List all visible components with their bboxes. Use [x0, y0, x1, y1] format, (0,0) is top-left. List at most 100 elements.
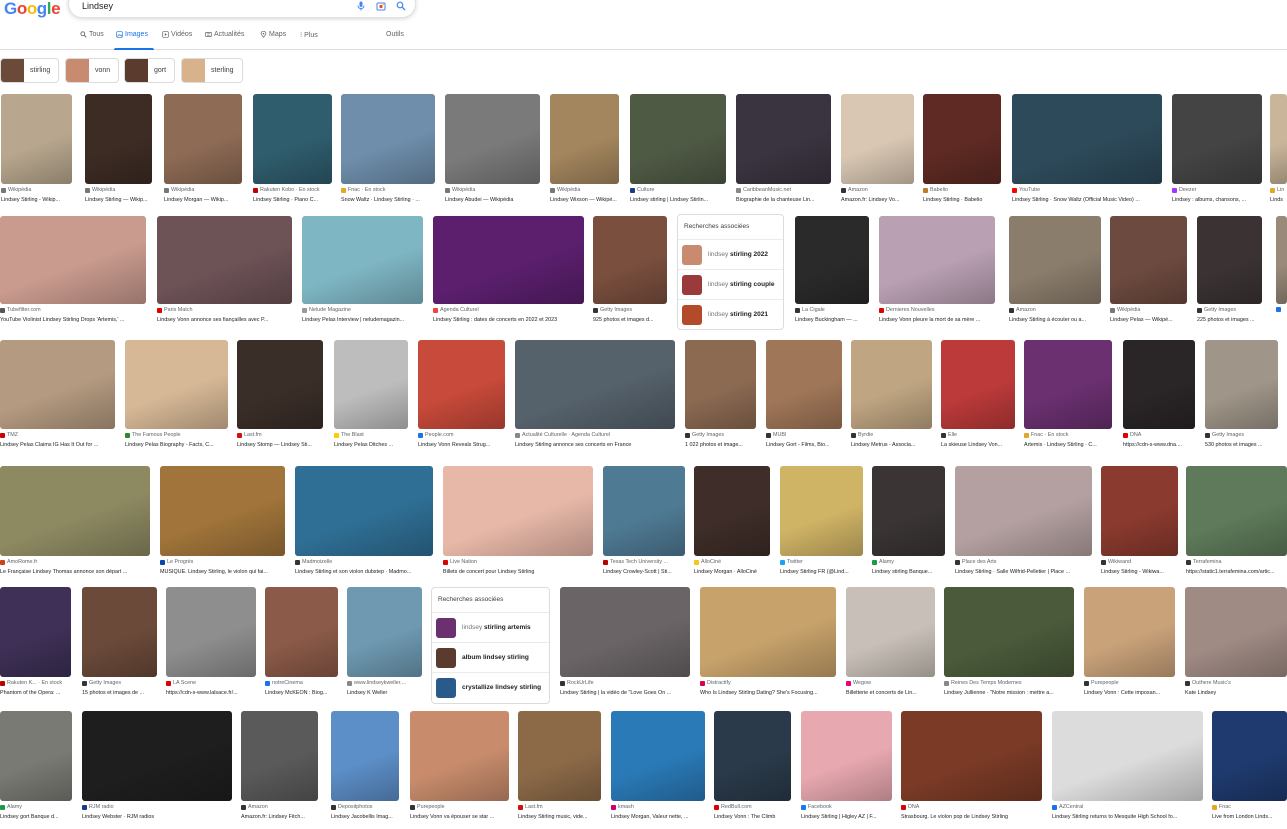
result-source[interactable]: Last.fm: [237, 432, 323, 438]
result-source[interactable]: Wikipédia: [1, 187, 72, 193]
result-source[interactable]: Getty Images: [685, 432, 756, 438]
image-result[interactable]: Wikipédia Lindsey Stirling - Wikip...: [1, 94, 72, 214]
image-result[interactable]: Babelio Lindsey Stirling · Babelio: [923, 94, 1001, 214]
result-thumbnail[interactable]: [1110, 216, 1187, 304]
result-source[interactable]: Lin: [1270, 187, 1287, 193]
result-source[interactable]: kmash: [611, 804, 705, 810]
result-thumbnail[interactable]: [82, 711, 232, 801]
image-result[interactable]: Fnac · En stock Snow Waltz · Lindsey Stir…: [341, 94, 435, 214]
result-source[interactable]: Twitter: [780, 559, 863, 565]
result-source[interactable]: RJM radio: [82, 804, 232, 810]
result-source[interactable]: Alamy: [0, 804, 72, 810]
image-result[interactable]: RockUrLife Lindsey Stirling | la vidéo de…: [560, 587, 690, 707]
result-thumbnail[interactable]: [1185, 587, 1287, 677]
result-thumbnail[interactable]: [331, 711, 399, 801]
result-source[interactable]: Purepeople: [1084, 680, 1175, 686]
result-thumbnail[interactable]: [694, 466, 770, 556]
result-thumbnail[interactable]: [1, 94, 72, 184]
image-result[interactable]: Getty Images 530 photos et images ...: [1205, 340, 1278, 459]
result-source[interactable]: La Cigale: [795, 307, 869, 313]
result-thumbnail[interactable]: [1123, 340, 1195, 429]
result-source[interactable]: Getty Images: [82, 680, 157, 686]
image-result[interactable]: Lin Linds: [1270, 94, 1287, 214]
result-thumbnail[interactable]: [872, 466, 945, 556]
result-title[interactable]: Lindsey stirling | Lindsey Stirlin...: [630, 197, 726, 203]
image-result[interactable]: People.com Lindsey Vonn Reveals Strug...: [418, 340, 505, 459]
result-thumbnail[interactable]: [766, 340, 842, 429]
result-title[interactable]: Lindsey Wixson — Wikipé...: [550, 197, 619, 203]
result-title[interactable]: Lindsey Morgan, Valeur nette, ...: [611, 814, 705, 820]
result-thumbnail[interactable]: [1186, 466, 1287, 556]
result-thumbnail[interactable]: [1197, 216, 1262, 304]
result-thumbnail[interactable]: [445, 94, 540, 184]
image-result[interactable]: Elle La skieuse Lindsey Von...: [941, 340, 1015, 459]
result-title[interactable]: 530 photos et images ...: [1205, 442, 1278, 448]
result-source[interactable]: MUBI: [766, 432, 842, 438]
result-title[interactable]: Billets de concert pour Lindsey Stirling: [443, 569, 593, 575]
result-source[interactable]: Getty Images: [1205, 432, 1278, 438]
result-thumbnail[interactable]: [1084, 587, 1175, 677]
image-result[interactable]: Purepeople Lindsey Vonn va épouser se sta…: [410, 711, 509, 829]
result-thumbnail[interactable]: [334, 340, 408, 429]
tab-images[interactable]: Images: [116, 31, 148, 38]
result-title[interactable]: Who Is Lindsey Stirling Dating? She's Fo…: [700, 690, 836, 696]
result-thumbnail[interactable]: [1009, 216, 1101, 304]
image-result[interactable]: Byrdie Lindsey Metrus - Associa...: [851, 340, 932, 459]
result-thumbnail[interactable]: [955, 466, 1092, 556]
result-thumbnail[interactable]: [0, 340, 115, 429]
result-title[interactable]: Snow Waltz · Lindsey Stirling · ...: [341, 197, 435, 203]
result-title[interactable]: Strasbourg. Le violon pop de Lindsey Sti…: [901, 814, 1042, 820]
result-source[interactable]: Rakuten Kobo · En stock: [253, 187, 332, 193]
result-thumbnail[interactable]: [160, 466, 285, 556]
result-source[interactable]: Alamy: [872, 559, 945, 565]
result-source[interactable]: Paris Match: [157, 307, 292, 313]
result-source[interactable]: Last.fm: [518, 804, 601, 810]
result-title[interactable]: Lindsey gort Banque d...: [0, 814, 72, 820]
result-thumbnail[interactable]: [443, 466, 593, 556]
related-search-item[interactable]: lindsey stirling couple: [678, 269, 783, 299]
image-result[interactable]: LA Scene https://cdn-s-www.lalsace.fr/...: [166, 587, 256, 707]
result-thumbnail[interactable]: [0, 466, 150, 556]
result-title[interactable]: Lindsey Stirling · Babelio: [923, 197, 1001, 203]
result-source[interactable]: RedBull.com: [714, 804, 791, 810]
image-result[interactable]: Place des Arts Lindsey Stirling · Salle W…: [955, 466, 1092, 586]
image-result[interactable]: RedBull.com Lindsey Vonn : The Climb: [714, 711, 791, 829]
image-result[interactable]: kmash Lindsey Morgan, Valeur nette, ...: [611, 711, 705, 829]
search-box[interactable]: Lindsey: [68, 0, 416, 18]
image-result[interactable]: Madmoizelle Lindsey Stirling et son violo…: [295, 466, 433, 586]
related-search-item[interactable]: lindsey stirling 2022: [678, 239, 783, 269]
result-title[interactable]: Billetterie et concerts de Lin...: [846, 690, 935, 696]
result-title[interactable]: Lindsey Stirling à écouter ou a...: [1009, 317, 1101, 323]
result-title[interactable]: Lindsey McKEON : Biog...: [265, 690, 338, 696]
image-result[interactable]: Wikipédia Lindsey Wixson — Wikipé...: [550, 94, 619, 214]
search-icon[interactable]: [396, 1, 406, 11]
result-source[interactable]: The Famous People: [125, 432, 228, 438]
result-source[interactable]: Terrafemina: [1186, 559, 1287, 565]
result-title[interactable]: Lindsey Vonn : Cette imposan...: [1084, 690, 1175, 696]
result-source[interactable]: Getty Images: [593, 307, 667, 313]
result-thumbnail[interactable]: [879, 216, 995, 304]
result-source[interactable]: Distractify: [700, 680, 836, 686]
image-result[interactable]: Le Progrès MUSIQUE. Lindsey Stirling, le …: [160, 466, 285, 586]
result-title[interactable]: 925 photos et images d...: [593, 317, 667, 323]
result-thumbnail[interactable]: [85, 94, 152, 184]
result-source[interactable]: Actualité Culturelle · Agenda Culturel: [515, 432, 675, 438]
result-title[interactable]: Amazon.fr: Lindsey Fitch...: [241, 814, 318, 820]
result-thumbnail[interactable]: [1205, 340, 1278, 429]
result-thumbnail[interactable]: [164, 94, 242, 184]
result-title[interactable]: Lindsey Vonn pleure la mort de sa mère .…: [879, 317, 995, 323]
result-thumbnail[interactable]: [515, 340, 675, 429]
result-source[interactable]: Reines Des Temps Modernes: [944, 680, 1074, 686]
result-thumbnail[interactable]: [433, 216, 584, 304]
image-result[interactable]: Wikipédia Lindsey Pelas — Wikipé...: [1110, 216, 1187, 334]
result-title[interactable]: Phantom of the Opera: ...: [0, 690, 71, 696]
result-source[interactable]: TMZ: [0, 432, 115, 438]
result-title[interactable]: Lindsey Stirling · Snow Waltz (Official …: [1012, 197, 1162, 203]
image-result[interactable]: Alamy Lindsey stirling Banque...: [872, 466, 945, 586]
result-title[interactable]: Lindsey Vonn Reveals Strug...: [418, 442, 505, 448]
related-search-item[interactable]: crystallize lindsey stirling: [432, 672, 549, 702]
result-source[interactable]: notreCinema: [265, 680, 338, 686]
result-thumbnail[interactable]: [685, 340, 756, 429]
result-thumbnail[interactable]: [736, 94, 831, 184]
result-title[interactable]: Lindsey Stirling music, vide...: [518, 814, 601, 820]
